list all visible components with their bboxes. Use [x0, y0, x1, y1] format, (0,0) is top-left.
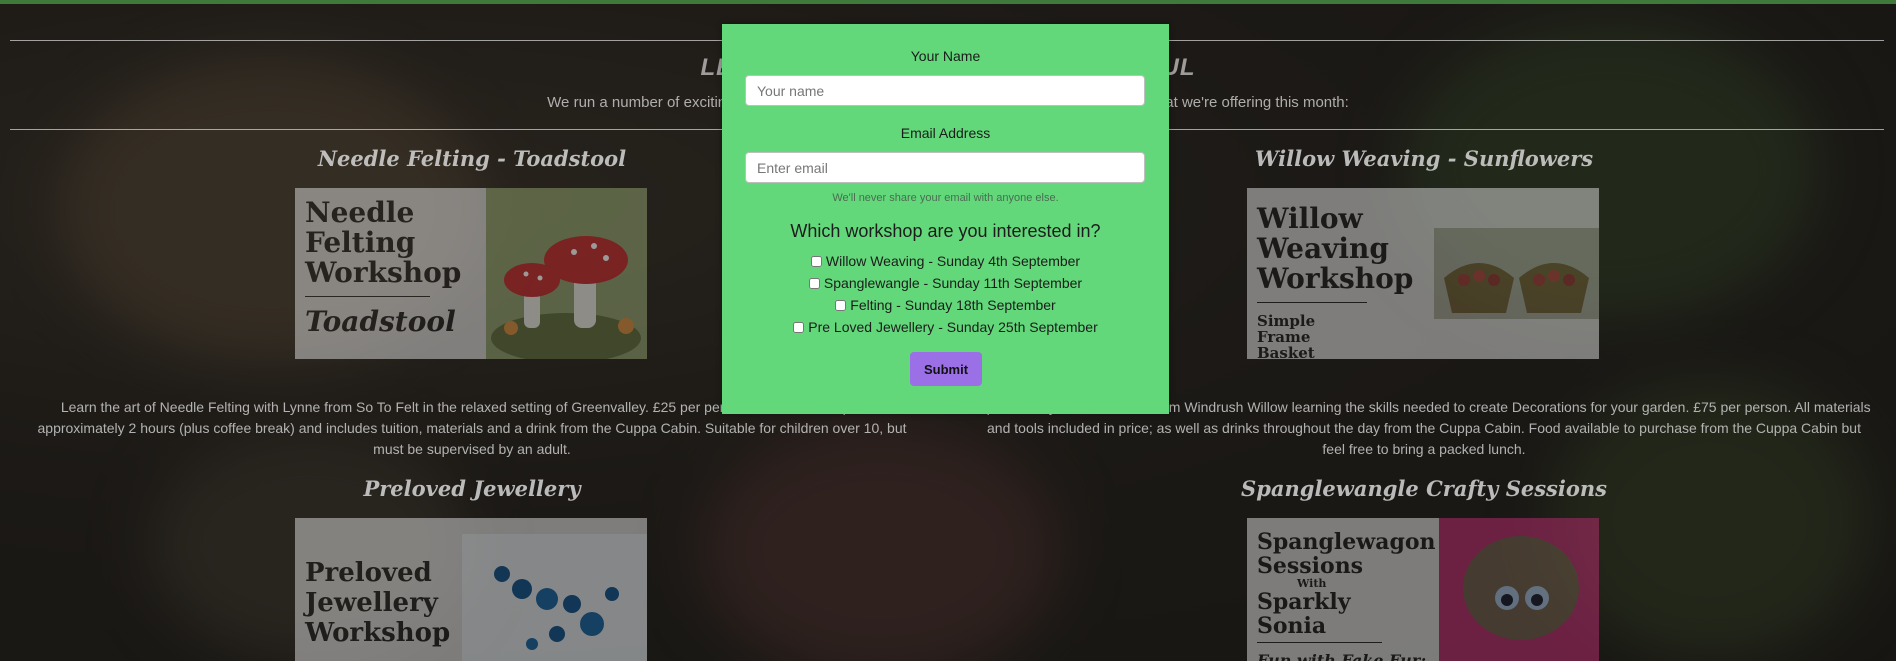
workshop-title-spanglewangle: Spanglewangle Crafty Sessions	[1241, 476, 1607, 501]
poster-line: Sessions	[1257, 553, 1364, 579]
option-spanglewangle[interactable]: Spanglewangle - Sunday 11th September	[722, 275, 1169, 291]
email-label: Email Address	[900, 125, 991, 141]
fake-fur-photo	[1439, 518, 1599, 661]
checkbox-preloved-jewellery[interactable]	[793, 322, 805, 333]
poster-line: Workshop	[1257, 262, 1414, 295]
poster-line: Workshop	[305, 256, 462, 289]
poster-needle-felting: Needle Felting Workshop Toadstool	[295, 188, 647, 359]
poster-line: Sparkly	[1257, 589, 1351, 615]
jewellery-photo	[462, 534, 647, 661]
option-label: Felting - Sunday 18th September	[850, 297, 1056, 313]
name-input[interactable]	[745, 75, 1145, 106]
workshop-title-preloved-jewellery: Preloved Jewellery	[363, 476, 581, 501]
poster-subtitle: Fun with Fake Fur:	[1257, 651, 1427, 661]
workshop-question: Which workshop are you interested in?	[790, 221, 1101, 241]
poster-line: Workshop	[305, 618, 451, 648]
workshop-signup-modal: Your Name Email Address We'll never shar…	[722, 24, 1169, 414]
checkbox-felting[interactable]	[835, 300, 847, 311]
workshop-title-needle-felting: Needle Felting - Toadstool	[317, 146, 627, 171]
poster-line: Sonia	[1257, 613, 1327, 639]
poster-line: Preloved	[305, 558, 432, 588]
toadstool-photo	[486, 188, 647, 359]
poster-line: Spanglewagon	[1257, 529, 1436, 555]
poster-line: Willow	[1257, 202, 1363, 235]
poster-spanglewangle: Spanglewagon Sessions With Sparkly Sonia…	[1247, 518, 1599, 661]
option-label: Pre Loved Jewellery - Sunday 25th Septem…	[808, 319, 1098, 335]
checkbox-willow-weaving[interactable]	[810, 256, 822, 267]
top-accent-bar	[0, 0, 1896, 4]
option-label: Spanglewangle - Sunday 11th September	[823, 275, 1083, 291]
poster-line: Needle	[305, 196, 415, 229]
poster-subtitle: Toadstool	[305, 305, 456, 338]
poster-preloved-jewellery: Preloved Jewellery Workshop	[295, 518, 647, 661]
poster-willow-weaving: Willow Weaving Workshop Simple Frame Bas…	[1247, 188, 1599, 359]
poster-line: Weaving	[1257, 232, 1389, 265]
poster-line: Felting	[305, 226, 416, 259]
option-felting[interactable]: Felting - Sunday 18th September	[722, 297, 1169, 313]
option-preloved-jewellery[interactable]: Pre Loved Jewellery - Sunday 25th Septem…	[722, 319, 1169, 335]
option-label: Willow Weaving - Sunday 4th September	[825, 253, 1081, 269]
email-help-text: We'll never share your email with anyone…	[832, 192, 1059, 204]
checkbox-spanglewangle[interactable]	[808, 278, 820, 289]
poster-line: Jewellery	[305, 588, 438, 618]
baskets-photo	[1434, 228, 1599, 319]
poster-subtitle: Simple Frame Basket	[1257, 312, 1316, 359]
workshop-title-willow-weaving: Willow Weaving - Sunflowers	[1254, 146, 1594, 171]
option-willow-weaving[interactable]: Willow Weaving - Sunday 4th September	[722, 253, 1169, 269]
email-input[interactable]	[745, 152, 1145, 183]
submit-button[interactable]: Submit	[910, 352, 982, 386]
name-label: Your Name	[910, 48, 981, 64]
